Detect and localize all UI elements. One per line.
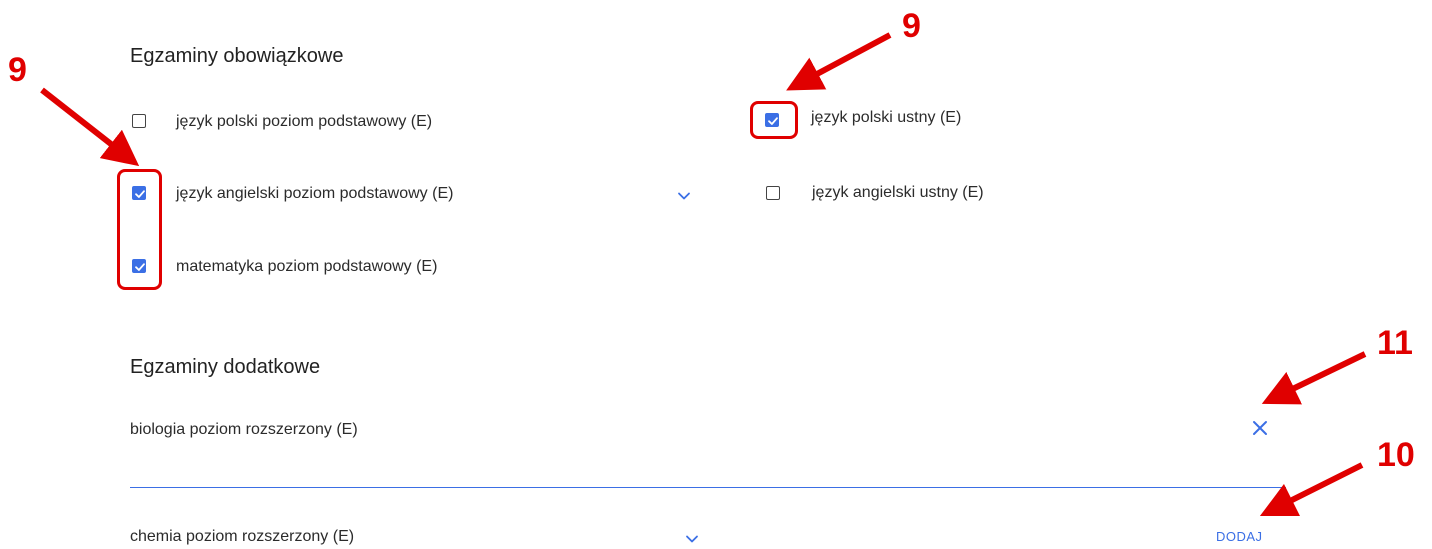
annotation-number-10: 10 bbox=[1377, 436, 1415, 474]
arrow-icon bbox=[1261, 351, 1367, 405]
arrow-icon bbox=[1259, 462, 1364, 517]
annotation-number-11: 11 bbox=[1377, 324, 1413, 362]
arrow-icon bbox=[786, 32, 892, 91]
annotation-arrows bbox=[40, 32, 1367, 517]
arrow-icon bbox=[40, 87, 140, 167]
annotation-number-9-left: 9 bbox=[8, 51, 27, 89]
annotation-number-9-top: 9 bbox=[902, 7, 921, 45]
